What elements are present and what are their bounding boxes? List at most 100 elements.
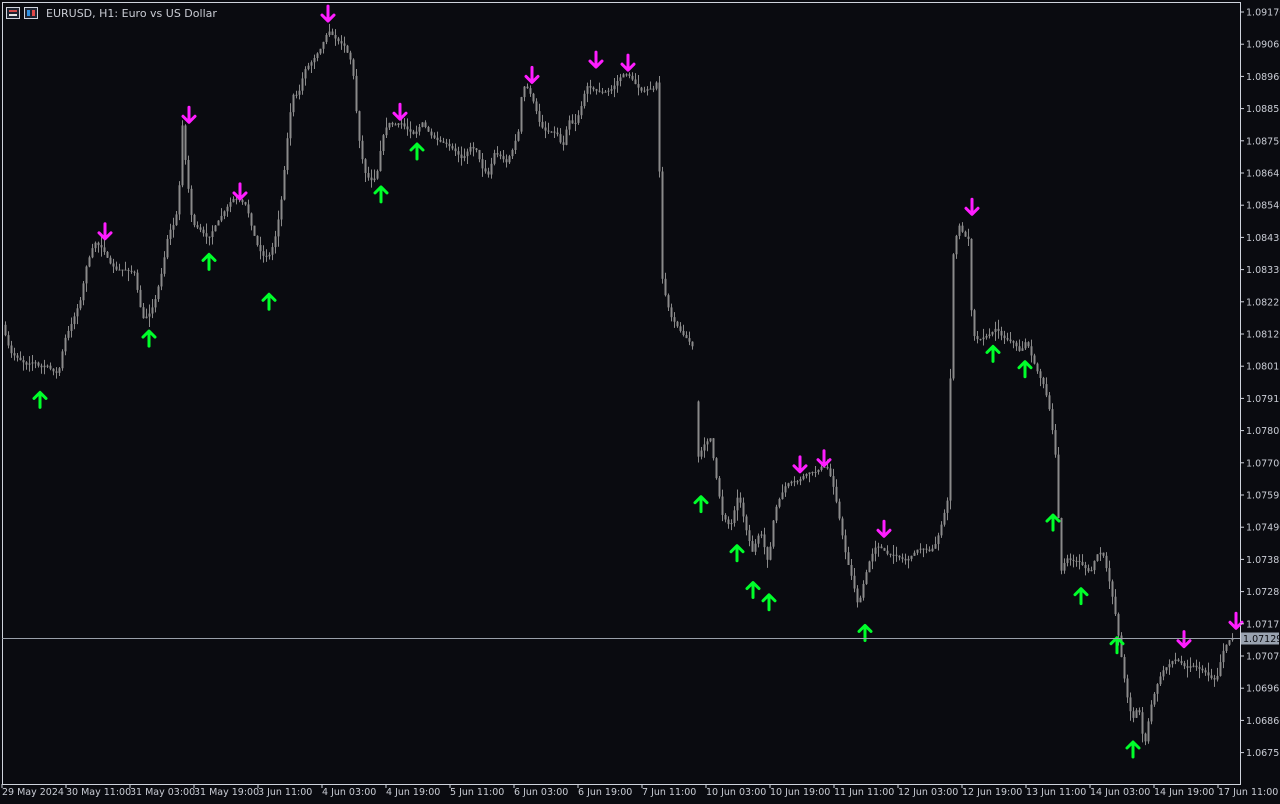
- x-tick-label: 29 May 2024: [2, 787, 64, 798]
- candle-body: [307, 65, 310, 70]
- candle-body: [394, 124, 397, 126]
- candle-body: [1180, 661, 1183, 664]
- x-tick-label: 12 Jun 03:00: [898, 787, 958, 798]
- candle-body: [1081, 561, 1084, 566]
- candle-body: [877, 546, 880, 548]
- candle-body: [832, 476, 835, 487]
- candle-body: [346, 45, 349, 53]
- candle-body: [1078, 560, 1081, 562]
- candle-body: [580, 106, 583, 116]
- x-tick-label: 11 Jun 11:00: [834, 787, 894, 798]
- buy-arrow-icon: [1073, 587, 1089, 606]
- candle-body: [757, 535, 760, 544]
- candle-body: [709, 438, 712, 442]
- candle-body: [61, 351, 64, 369]
- candle-body: [763, 534, 766, 548]
- candle-body: [928, 549, 931, 552]
- candle-body: [202, 229, 205, 234]
- candle-body: [631, 75, 634, 80]
- y-tick-label: 1.09170: [1246, 8, 1280, 19]
- candle-body: [1087, 568, 1090, 572]
- candle-body: [490, 163, 493, 175]
- candle-body: [337, 38, 340, 42]
- candle-body: [796, 481, 799, 483]
- candle-body: [115, 266, 118, 270]
- candle-body: [91, 248, 94, 258]
- candle-body: [844, 535, 847, 553]
- candle-body: [868, 561, 871, 573]
- candle-body: [634, 79, 637, 85]
- price-chart[interactable]: 1.09170 1.09065 1.08960 1.08855 1.08750 1.086…: [0, 0, 1280, 800]
- candle-body: [220, 215, 223, 221]
- candle-body: [754, 543, 757, 552]
- candle-body: [166, 238, 169, 258]
- symbol-flag-icon[interactable]: [24, 7, 38, 19]
- candle-body: [508, 156, 511, 163]
- candle-body: [373, 178, 376, 181]
- candle-body: [643, 90, 646, 92]
- candle-body: [439, 140, 442, 142]
- candle-body: [688, 338, 691, 342]
- candle-body: [280, 199, 283, 220]
- candle-body: [553, 131, 556, 133]
- candle-body: [1168, 664, 1171, 668]
- candle-body: [163, 257, 166, 274]
- candle-body: [157, 286, 160, 300]
- y-tick-label: 1.08120: [1246, 330, 1280, 341]
- candle-body: [1150, 704, 1153, 722]
- candle-body: [1228, 640, 1231, 645]
- candle-body: [940, 524, 943, 536]
- candle-body: [685, 335, 688, 339]
- candle-body: [97, 242, 100, 246]
- candle-body: [109, 257, 112, 264]
- candle-body: [13, 353, 16, 356]
- candle-body: [502, 156, 505, 160]
- sell-arrow-icon: [876, 519, 892, 538]
- candle-body: [736, 497, 739, 511]
- candle-body: [742, 502, 745, 517]
- chart-properties-icon[interactable]: [6, 7, 20, 19]
- candle-body: [1018, 346, 1021, 351]
- candle-body: [619, 77, 622, 81]
- candle-body: [454, 148, 457, 152]
- candle-body: [1201, 668, 1204, 671]
- candle-body: [865, 572, 868, 584]
- candle-body: [529, 88, 532, 94]
- candle-body: [817, 469, 820, 472]
- candle-body: [7, 335, 10, 346]
- candle-body: [355, 75, 358, 112]
- chart-area[interactable]: 1.09170 1.09065 1.08960 1.08855 1.08750 1.086…: [0, 0, 1280, 800]
- candle-body: [835, 486, 838, 502]
- candle-body: [892, 554, 895, 556]
- candle-body: [1045, 384, 1048, 396]
- candle-body: [208, 236, 211, 238]
- candle-body: [625, 74, 628, 76]
- candle-body: [127, 269, 130, 271]
- candle-body: [85, 266, 88, 284]
- candle-body: [241, 199, 244, 203]
- candle-body: [52, 368, 55, 372]
- candle-body: [805, 474, 808, 477]
- candle-body: [814, 472, 817, 473]
- sell-arrow-icon: [816, 449, 832, 468]
- y-tick-label: 1.07595: [1246, 491, 1280, 502]
- candle-body: [592, 87, 595, 90]
- candle-body: [37, 362, 40, 366]
- candle-body: [1054, 430, 1057, 455]
- candle-body: [1162, 670, 1165, 677]
- candle-body: [880, 546, 883, 549]
- candle-body: [256, 235, 259, 246]
- candle-body: [331, 31, 334, 35]
- candle-body: [883, 548, 886, 551]
- candle-body: [1138, 710, 1141, 713]
- candle-body: [142, 307, 145, 319]
- candle-body: [607, 90, 610, 92]
- candle-body: [967, 236, 970, 239]
- candle-body: [181, 125, 184, 186]
- candle-body: [556, 132, 559, 135]
- candle-body: [985, 336, 988, 338]
- candle-body: [184, 125, 187, 160]
- candle-body: [784, 486, 787, 493]
- candle-body: [1036, 363, 1039, 372]
- candle-body: [1114, 596, 1117, 615]
